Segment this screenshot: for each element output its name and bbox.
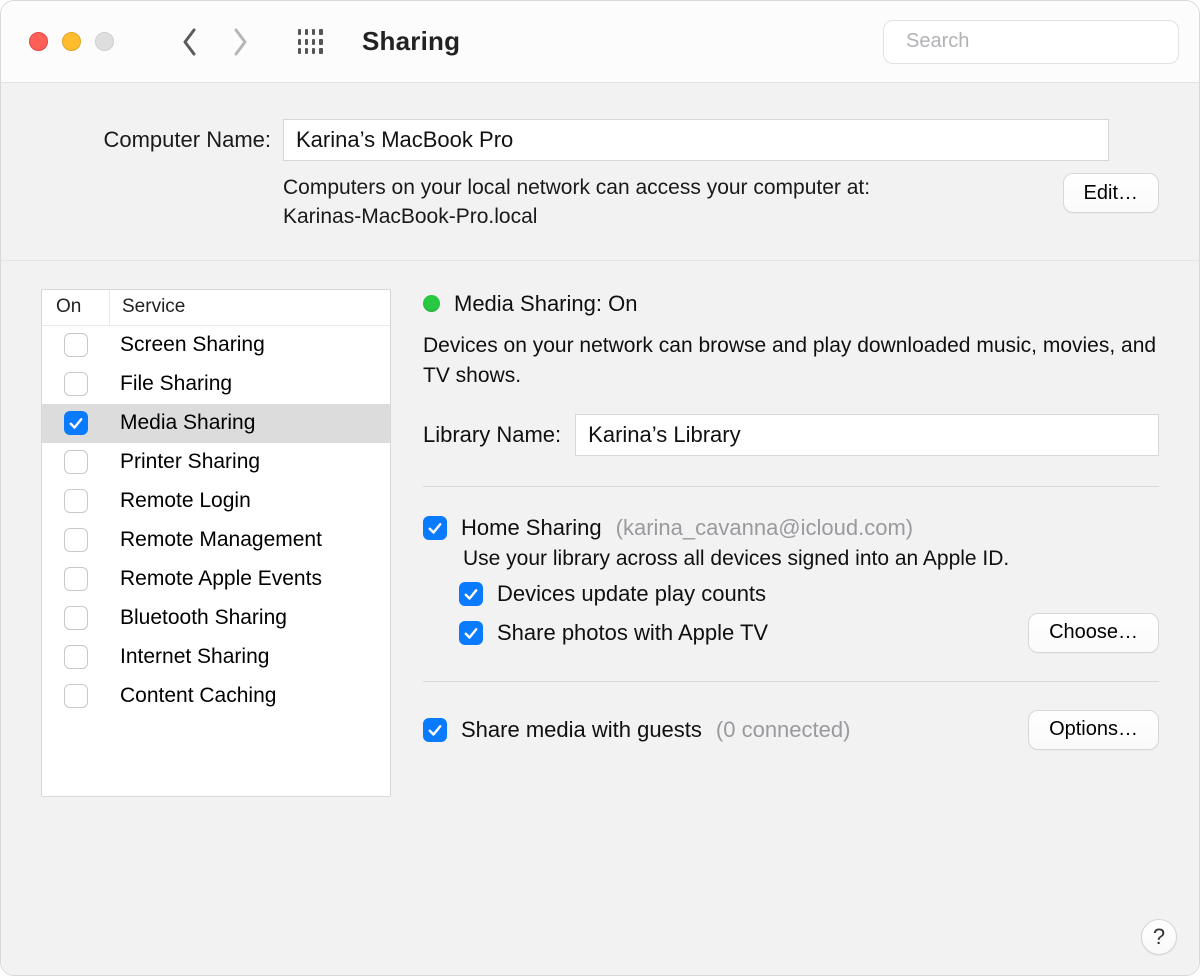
share-photos-apple-tv-label: Share photos with Apple TV <box>497 620 768 646</box>
service-name-label: Screen Sharing <box>110 333 390 357</box>
service-status-title: Media Sharing: On <box>454 291 637 317</box>
window-controls <box>29 32 114 51</box>
service-name-label: File Sharing <box>110 372 390 396</box>
devices-update-play-counts-checkbox[interactable] <box>459 582 483 606</box>
checkmark-icon <box>426 721 444 739</box>
service-row-remote-apple-events[interactable]: Remote Apple Events <box>42 560 390 599</box>
service-name-label: Remote Management <box>110 528 390 552</box>
chevron-right-icon <box>231 27 249 57</box>
back-button[interactable] <box>170 22 210 62</box>
home-sharing-label: Home Sharing <box>461 515 602 541</box>
search-field-wrap[interactable] <box>883 20 1179 64</box>
close-window-button[interactable] <box>29 32 48 51</box>
service-status-description: Devices on your network can browse and p… <box>423 331 1159 392</box>
service-row-file-sharing[interactable]: File Sharing <box>42 365 390 404</box>
service-name-label: Content Caching <box>110 684 390 708</box>
show-all-preferences-button[interactable] <box>290 22 330 62</box>
search-input[interactable] <box>904 29 1173 54</box>
service-detail-pane: Media Sharing: On Devices on your networ… <box>423 289 1159 756</box>
pane-title: Sharing <box>362 26 460 57</box>
service-toggle-checkbox[interactable] <box>64 606 88 630</box>
service-row-remote-login[interactable]: Remote Login <box>42 482 390 521</box>
zoom-window-button[interactable] <box>95 32 114 51</box>
service-name-label: Media Sharing <box>110 411 390 435</box>
service-row-printer-sharing[interactable]: Printer Sharing <box>42 443 390 482</box>
computer-name-description: Computers on your local network can acce… <box>283 173 870 232</box>
library-name-label: Library Name: <box>423 422 561 448</box>
service-toggle-checkbox[interactable] <box>64 645 88 669</box>
service-name-label: Remote Login <box>110 489 390 513</box>
column-header-on[interactable]: On <box>42 290 110 325</box>
library-name-input[interactable] <box>575 414 1159 456</box>
devices-update-play-counts-label: Devices update play counts <box>497 581 766 607</box>
home-sharing-section: Home Sharing (karina_cavanna@icloud.com)… <box>423 509 1159 659</box>
service-toggle-checkbox[interactable] <box>64 489 88 513</box>
service-toggle-checkbox[interactable] <box>64 684 88 708</box>
home-sharing-account: (karina_cavanna@icloud.com) <box>616 515 913 541</box>
service-row-bluetooth-sharing[interactable]: Bluetooth Sharing <box>42 599 390 638</box>
toolbar: Sharing <box>1 1 1199 83</box>
share-photos-apple-tv-checkbox[interactable] <box>459 621 483 645</box>
computer-name-label: Computer Name: <box>61 127 283 153</box>
choose-photos-button[interactable]: Choose… <box>1028 613 1159 653</box>
service-toggle-checkbox[interactable] <box>64 567 88 591</box>
service-name-label: Bluetooth Sharing <box>110 606 390 630</box>
apps-grid-icon <box>298 29 323 54</box>
checkmark-icon <box>67 414 85 432</box>
edit-hostname-button[interactable]: Edit… <box>1063 173 1159 213</box>
minimize-window-button[interactable] <box>62 32 81 51</box>
services-table-header: On Service <box>42 290 390 326</box>
column-header-service[interactable]: Service <box>110 290 390 325</box>
service-row-remote-management[interactable]: Remote Management <box>42 521 390 560</box>
help-button[interactable]: ? <box>1141 919 1177 955</box>
service-toggle-checkbox[interactable] <box>64 411 88 435</box>
main-area: On Service Screen Sharing File Sharing Med… <box>1 261 1199 975</box>
home-sharing-checkbox[interactable] <box>423 516 447 540</box>
divider <box>423 681 1159 682</box>
status-indicator-icon <box>423 295 440 312</box>
service-row-media-sharing[interactable]: Media Sharing <box>42 404 390 443</box>
computer-name-section: Computer Name: Computers on your local n… <box>1 83 1199 261</box>
service-row-internet-sharing[interactable]: Internet Sharing <box>42 638 390 677</box>
content-area: Computer Name: Computers on your local n… <box>1 83 1199 975</box>
service-toggle-checkbox[interactable] <box>64 528 88 552</box>
home-sharing-description: Use your library across all devices sign… <box>463 547 1159 571</box>
guest-options-button[interactable]: Options… <box>1028 710 1159 750</box>
service-name-label: Remote Apple Events <box>110 567 390 591</box>
checkmark-icon <box>462 624 480 642</box>
computer-name-input[interactable] <box>283 119 1109 161</box>
share-with-guests-checkbox[interactable] <box>423 718 447 742</box>
checkmark-icon <box>462 585 480 603</box>
service-row-content-caching[interactable]: Content Caching <box>42 677 390 716</box>
divider <box>423 486 1159 487</box>
service-row-screen-sharing[interactable]: Screen Sharing <box>42 326 390 365</box>
service-toggle-checkbox[interactable] <box>64 372 88 396</box>
service-toggle-checkbox[interactable] <box>64 450 88 474</box>
checkmark-icon <box>426 519 444 537</box>
service-toggle-checkbox[interactable] <box>64 333 88 357</box>
service-name-label: Internet Sharing <box>110 645 390 669</box>
chevron-left-icon <box>181 27 199 57</box>
service-name-label: Printer Sharing <box>110 450 390 474</box>
services-table: On Service Screen Sharing File Sharing Med… <box>41 289 391 797</box>
share-with-guests-label: Share media with guests <box>461 717 702 743</box>
guests-connected-count: (0 connected) <box>716 717 851 743</box>
forward-button[interactable] <box>220 22 260 62</box>
share-with-guests-section: Share media with guests (0 connected) Op… <box>423 710 1159 750</box>
sharing-preferences-window: Sharing Computer Name: Computers on your… <box>0 0 1200 976</box>
